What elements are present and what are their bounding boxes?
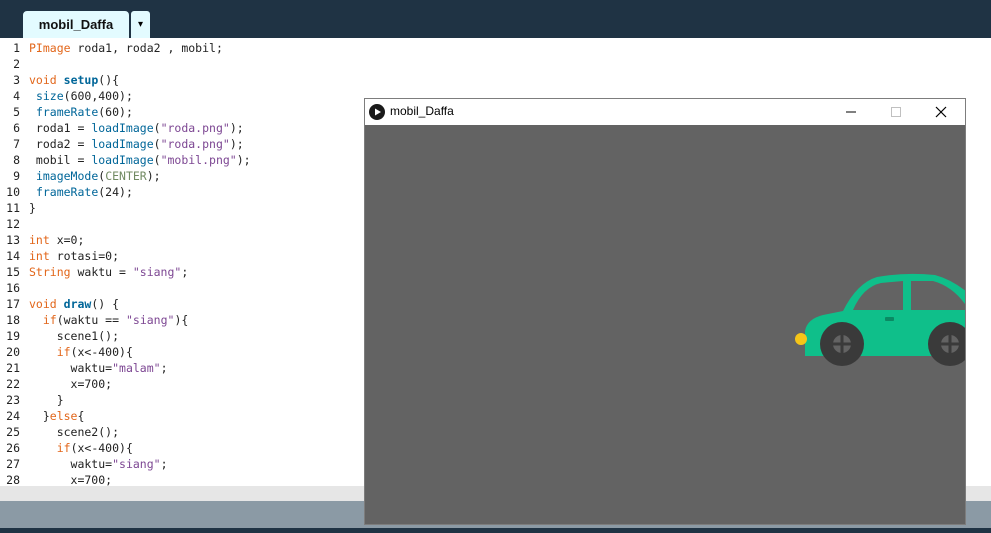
sketch-canvas[interactable] [365, 125, 965, 524]
code-text: scene1(); [29, 329, 120, 343]
code-text: if(x<-400){ [56, 441, 133, 455]
maximize-icon [891, 107, 901, 117]
minimize-button[interactable] [829, 99, 873, 125]
code-text: x=700; [29, 473, 113, 486]
code-text: if(waktu == "siang"){ [42, 313, 189, 327]
code-text: roda1 = loadImage("roda.png"); [29, 121, 244, 135]
code-text: roda2 = loadImage("roda.png"); [29, 137, 244, 151]
minimize-icon [846, 111, 856, 113]
editor-header: mobil_Daffa ▾ [0, 0, 991, 38]
car-tail-light [795, 333, 807, 345]
line-number: 7 [13, 137, 20, 151]
code-line[interactable]: 2 [0, 56, 991, 72]
line-number: 3 [13, 73, 20, 87]
line-number: 16 [6, 281, 20, 295]
line-number: 12 [6, 217, 20, 231]
line-number: 26 [6, 441, 20, 455]
code-text: waktu="malam"; [29, 361, 168, 375]
code-text: if(x<-400){ [56, 345, 133, 359]
line-number: 14 [6, 249, 20, 263]
tab-mobil-daffa[interactable]: mobil_Daffa [23, 11, 129, 38]
line-number: 21 [6, 361, 20, 375]
line-number: 27 [6, 457, 20, 471]
line-number: 19 [6, 329, 20, 343]
line-number: 6 [13, 121, 20, 135]
line-number: 2 [13, 57, 20, 71]
line-number: 11 [6, 201, 20, 215]
car-sprite [795, 273, 965, 366]
code-text: void setup(){ [29, 73, 120, 87]
code-text: void draw() { [29, 297, 120, 311]
line-number: 23 [6, 393, 20, 407]
car-door-handle [885, 317, 894, 321]
line-number: 9 [13, 169, 20, 183]
code-text: PImage roda1, roda2 , mobil; [29, 41, 223, 55]
code-text: int rotasi=0; [29, 249, 120, 263]
line-number: 5 [13, 105, 20, 119]
code-text: waktu="siang"; [29, 457, 168, 471]
code-text: int x=0; [29, 233, 85, 247]
code-text: scene2(); [29, 425, 120, 439]
code-line[interactable]: 3 void setup(){ [0, 72, 991, 88]
car-wheel-rear [820, 322, 864, 366]
line-number: 10 [6, 185, 20, 199]
sketch-window[interactable]: mobil_Daffa [364, 98, 966, 525]
code-text: frameRate(24); [35, 185, 133, 199]
processing-play-icon [369, 104, 385, 120]
line-number: 20 [6, 345, 20, 359]
code-text: x=700; [29, 377, 113, 391]
line-number: 17 [6, 297, 20, 311]
line-number: 18 [6, 313, 20, 327]
line-number: 28 [6, 473, 20, 486]
line-number: 25 [6, 425, 20, 439]
close-button[interactable] [919, 99, 963, 125]
line-number: 13 [6, 233, 20, 247]
line-number: 22 [6, 377, 20, 391]
line-number: 4 [13, 89, 20, 103]
code-text: } [29, 393, 64, 407]
line-number: 24 [6, 409, 20, 423]
code-text: frameRate(60); [35, 105, 133, 119]
line-number: 1 [13, 41, 20, 55]
tab-menu-arrow-icon[interactable]: ▾ [131, 11, 150, 38]
code-text: String waktu = "siang"; [29, 265, 189, 279]
code-text: } [29, 201, 36, 215]
code-text: }else{ [29, 409, 85, 423]
close-icon [935, 106, 947, 118]
code-text: size(600,400); [35, 89, 133, 103]
line-number: 15 [6, 265, 20, 279]
sketch-window-titlebar[interactable]: mobil_Daffa [365, 99, 965, 125]
code-text: mobil = loadImage("mobil.png"); [29, 153, 251, 167]
sketch-window-title: mobil_Daffa [390, 104, 454, 118]
line-number: 8 [13, 153, 20, 167]
code-line[interactable]: 1 PImage roda1, roda2 , mobil; [0, 40, 991, 56]
maximize-button[interactable] [874, 99, 918, 125]
code-text: imageMode(CENTER); [35, 169, 161, 183]
